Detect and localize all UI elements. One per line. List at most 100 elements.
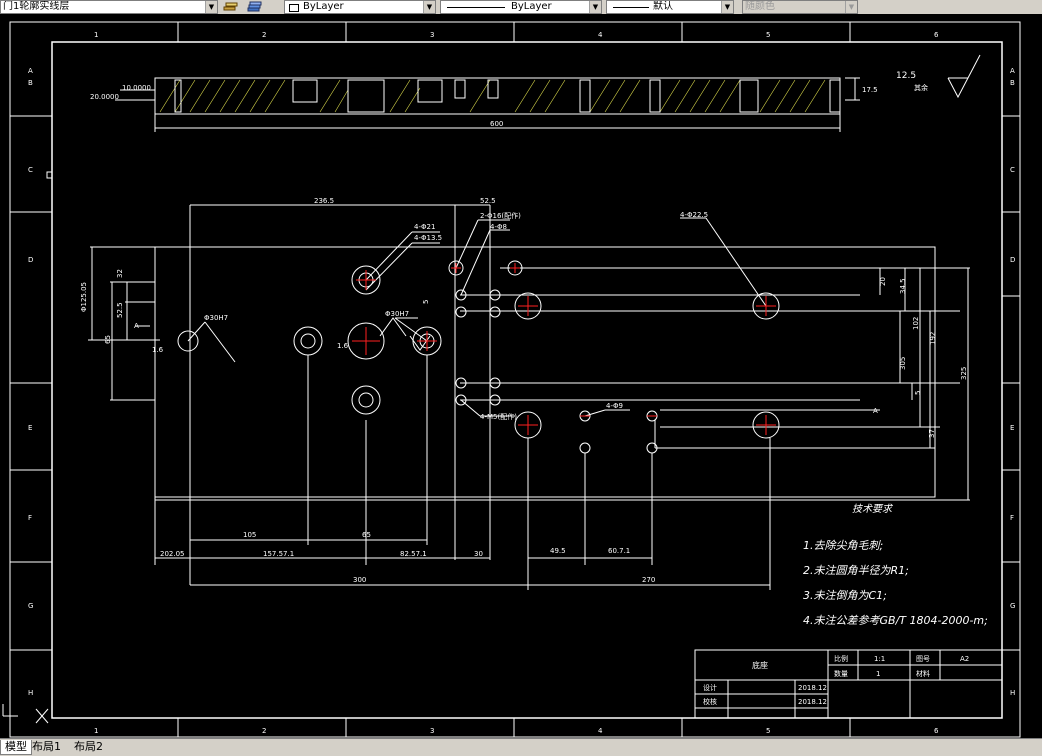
technical-notes: 技术要求 1.去除尖角毛刺; 2.未注圆角半径为R1; 3.未注倒角为C1; 4… (803, 503, 988, 627)
lineweight-combo[interactable]: 默认 ▼ (606, 0, 734, 14)
sheet-outer-border (9, 21, 1021, 738)
title-checker-label: 校核 (703, 697, 717, 706)
dim-phi30h7-right: Φ30H7 (385, 310, 409, 318)
dim-60-7-1: 60.7.1 (608, 547, 630, 555)
title-designer-label: 设计 (703, 683, 717, 692)
dim-65-bottom: 65 (362, 531, 371, 539)
ruler-right-a: A (1010, 67, 1015, 75)
roughness-symbol (947, 54, 981, 99)
layer-combo-value: 门1轮廓实线层 (3, 1, 70, 12)
ruler-right-f: F (1010, 514, 1014, 522)
title-qty-label: 数量 (834, 669, 848, 678)
dim-102: 102 (912, 317, 920, 330)
ruler-bottom-5: 5 (766, 727, 770, 735)
section-dim-width: 600 (490, 120, 503, 128)
dim-phi125: Φ125.05 (80, 282, 88, 312)
ruler-left-d: D (28, 256, 33, 264)
ruler-left-f: F (28, 514, 32, 522)
dim-105: 105 (243, 531, 256, 539)
dim-5: 5 (422, 300, 430, 304)
layer-states-icon[interactable] (246, 0, 262, 13)
ruler-right-e: E (1010, 424, 1014, 432)
dim-1-6-right: 1.6 (337, 342, 349, 350)
dim-305: 305 (899, 357, 907, 370)
title-part-name: 底座 (752, 660, 768, 670)
title-material-label: 材料 (916, 669, 930, 678)
title-designer-date: 2018.12 (798, 684, 827, 692)
dim-65-vert: 65 (104, 335, 112, 344)
chevron-down-icon[interactable]: ▼ (423, 1, 435, 13)
ruler-left-c: C (28, 166, 33, 174)
ruler-left-a: A (28, 67, 33, 75)
dim-2-phi16: 2-Φ16(配作) (480, 211, 521, 220)
section-dim-left-b: 10.0000 (122, 84, 151, 92)
dim-4-phi8: 4-Φ8 (490, 223, 507, 231)
ruler-top-5: 5 (766, 31, 770, 39)
layer-previous-icon[interactable] (222, 0, 238, 13)
tab-layout2[interactable]: 布局2 (70, 740, 107, 754)
ruler-top-2: 2 (262, 31, 266, 39)
dim-37: 37 (928, 429, 936, 438)
title-scale-value: 1:1 (874, 655, 885, 663)
ruler-top-1: 1 (94, 31, 98, 39)
dim-236-5: 236.5 (314, 197, 334, 205)
chevron-down-icon[interactable]: ▼ (205, 1, 217, 13)
color-combo[interactable]: ByLayer ▼ (284, 0, 436, 14)
dim-52-5: 52.5 (480, 197, 496, 205)
ruler-bottom-2: 2 (262, 727, 266, 735)
ruler-left-b: B (28, 79, 33, 87)
linetype-combo[interactable]: ByLayer ▼ (440, 0, 602, 14)
tab-layout1[interactable]: 布局1 (28, 740, 65, 754)
chevron-down-icon[interactable]: ▼ (845, 1, 857, 13)
ruler-bottom-6: 6 (934, 727, 939, 735)
dim-49-5: 49.5 (550, 547, 566, 555)
section-dim-right: 17.5 (862, 86, 878, 94)
ruler-top-6: 6 (934, 31, 939, 39)
dim-4-phi22-5: 4-Φ22.5 (680, 211, 708, 219)
ruler-right-d: D (1010, 256, 1015, 264)
drawing-canvas[interactable]: 1 2 3 4 5 6 1 2 3 4 5 6 A B C D E F G H … (0, 14, 1042, 738)
roughness-note: 其余 (914, 83, 928, 92)
dim-32: 32 (116, 269, 124, 278)
ruler-top-4: 4 (598, 31, 603, 39)
title-block-lines (694, 649, 1003, 719)
linetype-combo-value: ByLayer (511, 1, 552, 12)
note-1: 1.去除尖角毛刺; (803, 539, 883, 552)
dim-phi30h7-left: Φ30H7 (204, 314, 228, 322)
dim-270: 270 (642, 576, 655, 584)
chevron-down-icon[interactable]: ▼ (589, 1, 601, 13)
datum-label-right: A (873, 407, 878, 415)
dim-82-57-1: 82.57.1 (400, 550, 427, 558)
ruler-right-h: H (1010, 689, 1015, 697)
dim-4-phi9: 4-Φ9 (606, 402, 623, 410)
dim-34-5: 34.5 (899, 278, 907, 294)
linetype-preview (447, 7, 505, 8)
title-sheet-value: A2 (960, 655, 969, 663)
dim-4-phi21: 4-Φ21 (414, 223, 435, 231)
ruler-bottom-3: 3 (430, 727, 434, 735)
section-hatch (159, 79, 826, 113)
lineweight-combo-value: 默认 (653, 1, 673, 12)
dim-5-right: 5 (914, 391, 922, 395)
dim-192: 192 (929, 332, 937, 345)
dim-20: 20 (879, 277, 887, 286)
layer-combo[interactable]: 门1轮廓实线层 ▼ (0, 0, 218, 14)
dim-202-05: 202.05 (160, 550, 185, 558)
layout-tabs: 模型 布局1 布局2 (0, 738, 1042, 756)
notes-title: 技术要求 (852, 503, 894, 515)
note-2: 2.未注圆角半径为R1; (803, 564, 909, 577)
ruler-left-g: G (28, 602, 33, 610)
ruler-top-3: 3 (430, 31, 434, 39)
title-qty-value: 1 (876, 670, 880, 678)
dim-30: 30 (474, 550, 483, 558)
note-4: 4.未注公差参考GB/T 1804-2000-m; (803, 614, 988, 627)
ruler-right-c: C (1010, 166, 1015, 174)
dim-325: 325 (960, 367, 968, 380)
dim-4-m5: 4-M5(配作) (480, 412, 517, 421)
dim-300: 300 (353, 576, 366, 584)
section-view (115, 77, 860, 132)
color-combo-value: ByLayer (303, 1, 344, 12)
chevron-down-icon[interactable]: ▼ (721, 1, 733, 13)
ruler-right-g: G (1010, 602, 1015, 610)
plotstyle-combo[interactable]: 随颜色 ▼ (742, 0, 858, 14)
